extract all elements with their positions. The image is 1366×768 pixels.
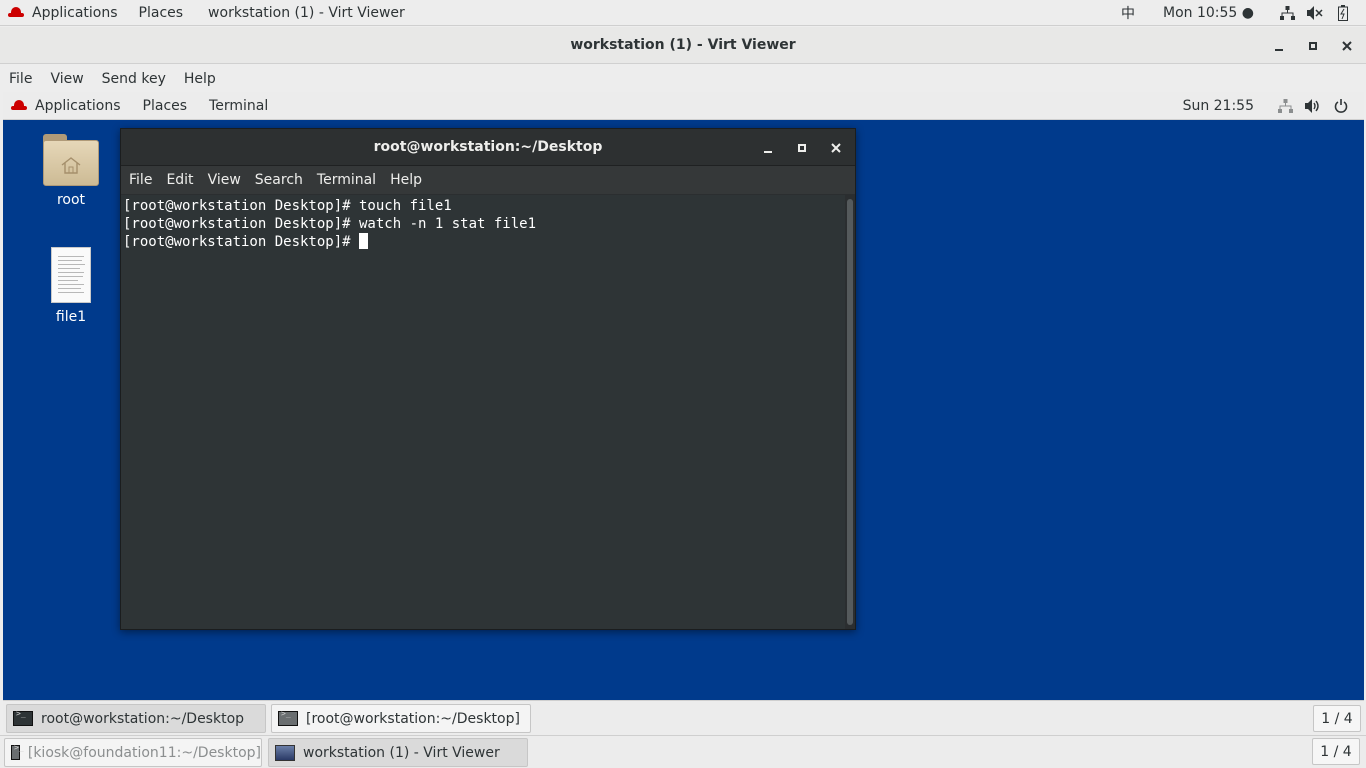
minimize-icon[interactable] [751, 129, 785, 166]
viewer-menu-send-key[interactable]: Send key [102, 71, 166, 87]
terminal-menu-terminal[interactable]: Terminal [317, 172, 376, 188]
text-cursor [359, 233, 369, 249]
desktop-icon-root-label: root [56, 192, 86, 208]
guest-task-label: [root@workstation:~/Desktop] [306, 710, 520, 727]
host-task-kiosk-terminal[interactable]: [kiosk@foundation11:~/Desktop] [4, 738, 262, 767]
network-icon[interactable] [1274, 95, 1296, 117]
host-clock[interactable]: Mon 10:55 ● [1163, 5, 1254, 21]
terminal-prompt: [root@workstation Desktop]# [123, 234, 360, 250]
guest-applications-menu[interactable]: Applications [11, 98, 121, 114]
minimize-icon[interactable] [1262, 27, 1296, 64]
home-folder-icon [43, 134, 99, 186]
guest-workspace-pager[interactable]: 1 / 4 [1313, 705, 1361, 732]
guest-taskbar: root@workstation:~/Desktop [root@worksta… [3, 700, 1364, 735]
terminal-icon [11, 743, 23, 760]
host-task-label: workstation (1) - Virt Viewer [303, 744, 500, 761]
viewer-menu-help[interactable]: Help [184, 71, 216, 87]
guest-task-label: root@workstation:~/Desktop [41, 710, 245, 727]
terminal-output[interactable]: [root@workstation Desktop]# touch file1 [… [121, 195, 845, 629]
host-taskbar: [kiosk@foundation11:~/Desktop] workstati… [0, 735, 1366, 768]
guest-places-menu[interactable]: Places [143, 98, 188, 114]
host-window-title-menu[interactable]: workstation (1) - Virt Viewer [208, 0, 405, 26]
terminal-menu-view[interactable]: View [208, 172, 241, 188]
terminal-scrollbar[interactable] [847, 199, 853, 625]
guest-top-bar: Applications Places Terminal Sun 21:55 [3, 92, 1364, 120]
volume-icon[interactable] [1302, 95, 1324, 117]
redhat-logo-icon [8, 7, 24, 18]
terminal-icon [13, 709, 33, 726]
terminal-titlebar[interactable]: root@workstation:~/Desktop [121, 129, 855, 166]
redhat-logo-icon [11, 100, 27, 111]
desktop-icon-root[interactable]: root [31, 134, 111, 208]
volume-muted-icon[interactable] [1304, 2, 1326, 24]
host-window-title-label: workstation (1) - Virt Viewer [208, 4, 405, 21]
terminal-line: [root@workstation Desktop]# touch file1 [123, 198, 452, 214]
guest-task-terminal-active[interactable]: root@workstation:~/Desktop [6, 704, 266, 733]
guest-display[interactable]: Applications Places Terminal Sun 21:55 r… [3, 92, 1364, 735]
terminal-title: root@workstation:~/Desktop [373, 139, 603, 155]
guest-task-terminal-minimized[interactable]: [root@workstation:~/Desktop] [271, 704, 531, 733]
maximize-icon[interactable] [785, 129, 819, 166]
virt-viewer-icon [275, 744, 295, 761]
terminal-menubar: File Edit View Search Terminal Help [121, 166, 855, 194]
text-file-icon [51, 247, 91, 303]
terminal-icon [278, 709, 298, 726]
viewer-menubar: File View Send key Help [0, 65, 1366, 92]
terminal-menu-file[interactable]: File [129, 172, 152, 188]
maximize-icon[interactable] [1296, 27, 1330, 64]
guest-status-area: Sun 21:55 [1183, 92, 1364, 120]
host-task-label: [kiosk@foundation11:~/Desktop] [27, 744, 261, 761]
terminal-menu-edit[interactable]: Edit [166, 172, 193, 188]
host-applications-label: Applications [32, 4, 118, 21]
host-task-virt-viewer[interactable]: workstation (1) - Virt Viewer [268, 738, 528, 767]
power-icon[interactable] [1330, 95, 1352, 117]
terminal-line: [root@workstation Desktop]# watch -n 1 s… [123, 216, 537, 232]
terminal-menu-help[interactable]: Help [390, 172, 422, 188]
host-top-bar: Applications Places workstation (1) - Vi… [0, 0, 1366, 26]
viewer-titlebar[interactable]: workstation (1) - Virt Viewer [0, 27, 1366, 64]
viewer-title: workstation (1) - Virt Viewer [570, 37, 796, 53]
battery-icon[interactable] [1332, 2, 1354, 24]
desktop-icon-file1[interactable]: file1 [31, 247, 111, 325]
guest-terminal-menu[interactable]: Terminal [209, 98, 268, 114]
host-applications-menu[interactable]: Applications [8, 0, 118, 26]
host-places-label: Places [138, 4, 184, 21]
close-icon[interactable] [819, 129, 853, 166]
host-status-area: 中 Mon 10:55 ● [1121, 0, 1366, 26]
guest-applications-label: Applications [35, 97, 121, 114]
terminal-window[interactable]: root@workstation:~/Desktop File Edit Vie… [120, 128, 856, 630]
terminal-menu-search[interactable]: Search [255, 172, 303, 188]
input-method-indicator[interactable]: 中 [1121, 3, 1135, 23]
guest-clock[interactable]: Sun 21:55 [1183, 98, 1254, 114]
viewer-menu-file[interactable]: File [9, 71, 32, 87]
desktop-icon-file1-label: file1 [55, 309, 87, 325]
viewer-menu-view[interactable]: View [50, 71, 83, 87]
terminal-prompt-line: [root@workstation Desktop]# [123, 233, 843, 251]
host-workspace-pager[interactable]: 1 / 4 [1312, 738, 1360, 765]
network-icon[interactable] [1276, 2, 1298, 24]
close-icon[interactable] [1330, 27, 1364, 64]
host-places-menu[interactable]: Places [139, 0, 184, 26]
